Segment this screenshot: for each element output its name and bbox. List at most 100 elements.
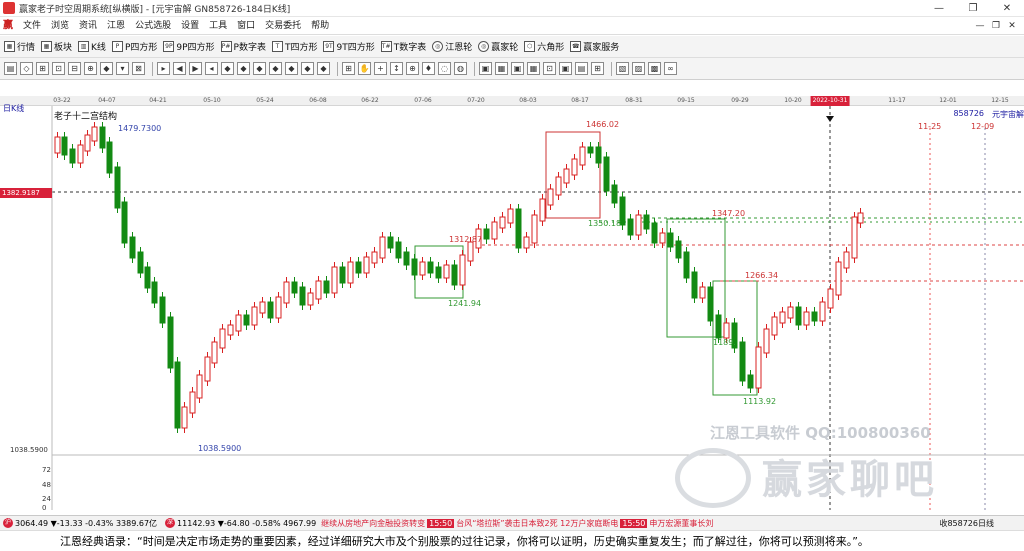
menu-help[interactable]: 帮助 — [306, 17, 334, 35]
toolbar-button-1[interactable]: ▦ 板块 — [41, 40, 72, 53]
candle-body — [347, 261, 354, 284]
toolbar-button-10[interactable]: ◎ 赢家轮 — [478, 40, 518, 53]
toolbar-button-5[interactable]: P# P数字表 — [220, 40, 266, 53]
menu-formula[interactable]: 公式选股 — [130, 17, 176, 35]
drawing-tool-icon[interactable]: ◇ — [20, 62, 33, 75]
candle-body — [627, 218, 634, 236]
mdi-close-button[interactable]: ✕ — [1004, 17, 1020, 35]
candle-body — [643, 214, 650, 230]
candle-body — [843, 251, 850, 269]
toolbar-button-label: 9T四方形 — [336, 43, 375, 53]
shenzhen-index[interactable]: 11142.93 ▼-64.80 -0.58% 4967.99 — [177, 519, 316, 528]
drawing-tool-icon[interactable]: ▦ — [527, 62, 540, 75]
drawing-tool-icon[interactable]: ◀ — [173, 62, 186, 75]
drawing-tool-icon[interactable]: ▣ — [511, 62, 524, 75]
candle-body — [419, 261, 426, 276]
mdi-minimize-button[interactable]: — — [972, 17, 988, 35]
drawing-tool-icon[interactable]: ▤ — [575, 62, 588, 75]
candle-body — [499, 216, 506, 229]
close-button[interactable]: ✕ — [990, 0, 1024, 17]
drawing-tool-icon[interactable]: ∞ — [664, 62, 677, 75]
drawing-tool-icon[interactable]: ◆ — [285, 62, 298, 75]
candle-body — [411, 258, 418, 276]
menu-browse[interactable]: 浏览 — [46, 17, 74, 35]
candle-body — [267, 301, 274, 319]
drawing-tool-icon[interactable]: ▨ — [632, 62, 645, 75]
candle-body — [355, 261, 362, 274]
news-ticker-1[interactable]: 继续从房地产向金融投资转变 — [321, 518, 425, 529]
drawing-tool-icon[interactable]: ⊡ — [543, 62, 556, 75]
drawing-tool-icon[interactable]: ⊞ — [36, 62, 49, 75]
maximize-button[interactable]: ❐ — [956, 0, 990, 17]
toolbar-button-9[interactable]: ◎ 江恩轮 — [432, 40, 472, 53]
toolbar-button-6[interactable]: T T四方形 — [271, 40, 317, 53]
menu-settings[interactable]: 设置 — [176, 17, 204, 35]
drawing-tool-icon[interactable]: + — [374, 62, 387, 75]
t-number-icon: T# — [380, 41, 392, 52]
drawing-tool-icon[interactable]: ⊞ — [591, 62, 604, 75]
drawing-tool-icon[interactable]: ▧ — [616, 62, 629, 75]
drawing-tool-icon[interactable]: ◆ — [269, 62, 282, 75]
mdi-restore-button[interactable]: ❐ — [988, 17, 1004, 35]
drawing-tool-icon[interactable]: ⊞ — [342, 62, 355, 75]
toolbar-button-8[interactable]: T# T数字表 — [380, 40, 426, 53]
toolbar-button-4[interactable]: 9P 9P四方形 — [163, 40, 215, 53]
drawing-tool-icon[interactable]: ▦ — [495, 62, 508, 75]
drawing-tool-icon[interactable]: ▤ — [4, 62, 17, 75]
drawing-tool-icon[interactable]: ◆ — [253, 62, 266, 75]
toolbar-button-0[interactable]: ▦ 行情 — [4, 40, 35, 53]
drawing-tool-icon[interactable]: ◂ — [205, 62, 218, 75]
watermark-text: 江恩工具软件 QQ:100800360 — [710, 424, 931, 442]
drawing-tool-icon[interactable]: ⊕ — [406, 62, 419, 75]
time-tick-label: 08-03 — [519, 97, 537, 104]
toolbar-button-3[interactable]: P P四方形 — [111, 40, 157, 53]
drawing-tool-icon[interactable]: ◆ — [317, 62, 330, 75]
drawing-tool-icon[interactable]: ⊡ — [52, 62, 65, 75]
drawing-tool-icon[interactable]: ⊕ — [84, 62, 97, 75]
drawing-tool-icon[interactable]: ◌ — [438, 62, 451, 75]
candle-body — [755, 346, 762, 389]
toolbar-button-7[interactable]: 9T 9T四方形 — [323, 40, 375, 53]
minimize-button[interactable]: — — [922, 0, 956, 17]
shanghai-index[interactable]: 3064.49 ▼-13.33 -0.43% 3389.67亿 — [15, 518, 157, 529]
drawing-tool-icon[interactable]: ◆ — [237, 62, 250, 75]
menu-trade[interactable]: 交易委托 — [260, 17, 306, 35]
drawing-tool-icon[interactable]: ⊟ — [68, 62, 81, 75]
news-ticker-3[interactable]: 申万宏源董事长刘 — [649, 518, 713, 529]
time-tick-label: 2022-10-31 — [810, 96, 850, 106]
drawing-tool-icon[interactable]: ◍ — [454, 62, 467, 75]
menu-tools[interactable]: 工具 — [204, 17, 232, 35]
candle-body — [827, 288, 834, 309]
toolbar-button-label: 六角形 — [537, 43, 565, 53]
menu-window[interactable]: 窗口 — [232, 17, 260, 35]
drawing-tool-icon[interactable]: ✋ — [358, 62, 371, 75]
toolbar-separator — [474, 61, 475, 76]
drawing-tool-icon[interactable]: ▾ — [116, 62, 129, 75]
drawing-tool-icon[interactable]: ◆ — [301, 62, 314, 75]
candle-body — [121, 201, 128, 244]
drawing-tool-icon[interactable]: ▸ — [157, 62, 170, 75]
menu-gann[interactable]: 江恩 — [102, 17, 130, 35]
drawing-tool-icon[interactable]: ⊠ — [132, 62, 145, 75]
drawing-tool-icon[interactable]: ◆ — [221, 62, 234, 75]
drawing-tool-icon[interactable]: ▩ — [648, 62, 661, 75]
drawing-tool-icon[interactable]: ▣ — [559, 62, 572, 75]
period-label: 日K线 — [3, 104, 25, 113]
drawing-tool-icon[interactable]: ▣ — [479, 62, 492, 75]
drawing-tool-icon[interactable]: ↕ — [390, 62, 403, 75]
drawing-tool-icon[interactable]: ◆ — [100, 62, 113, 75]
candle-body — [491, 221, 498, 240]
menu-logo-icon: 赢 — [3, 19, 13, 31]
toolbar-button-11[interactable]: ⬡ 六角形 — [524, 40, 564, 53]
p-square-icon: P — [111, 41, 123, 52]
drawing-tool-icon[interactable]: ▶ — [189, 62, 202, 75]
toolbar-button-12[interactable]: ☎ 赢家服务 — [570, 40, 619, 53]
toolbar-button-2[interactable]: ▥ K线 — [78, 40, 106, 53]
menu-file[interactable]: 文件 — [18, 17, 46, 35]
news-ticker-2[interactable]: 台风“塔拉斯”袭击日本致2死 12万户家庭断电 — [456, 518, 618, 529]
shanghai-index-icon: 沪 — [3, 518, 13, 528]
candle-body — [189, 391, 196, 414]
menu-news[interactable]: 资讯 — [74, 17, 102, 35]
toolbar-button-label: 赢家服务 — [583, 43, 620, 53]
drawing-tool-icon[interactable]: ♦ — [422, 62, 435, 75]
